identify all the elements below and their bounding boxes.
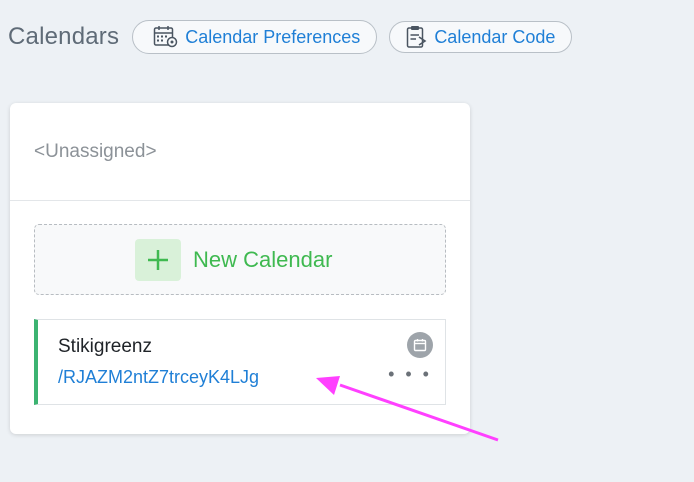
- page-title: Calendars: [8, 23, 120, 50]
- ellipsis-icon[interactable]: • • •: [388, 365, 432, 383]
- new-calendar-button[interactable]: New Calendar: [34, 224, 446, 295]
- calendar-name: Stikigreenz: [58, 336, 152, 357]
- calendar-code-label: Calendar Code: [434, 26, 556, 47]
- calendar-icon[interactable]: [407, 332, 433, 358]
- calendar-code-link[interactable]: /RJAZM2ntZ7trceyK4LJg: [58, 367, 259, 388]
- calendar-gear-icon: [153, 26, 178, 48]
- calendar-item[interactable]: Stikigreenz /RJAZM2ntZ7trceyK4LJg • • •: [34, 319, 446, 405]
- card-header: <Unassigned>: [10, 103, 470, 201]
- new-calendar-label: New Calendar: [193, 246, 333, 272]
- calendar-code-button[interactable]: Calendar Code: [389, 21, 573, 53]
- clipboard-code-icon: [407, 26, 427, 48]
- page-header: Calendars Calendar Preferences Calendar …: [8, 19, 584, 55]
- calendar-preferences-button[interactable]: Calendar Preferences: [132, 20, 378, 54]
- unassigned-card: <Unassigned> New Calendar Stikigreenz /R…: [10, 103, 470, 434]
- plus-icon: [135, 238, 181, 281]
- calendar-preferences-label: Calendar Preferences: [185, 26, 361, 47]
- unassigned-title: <Unassigned>: [34, 140, 157, 162]
